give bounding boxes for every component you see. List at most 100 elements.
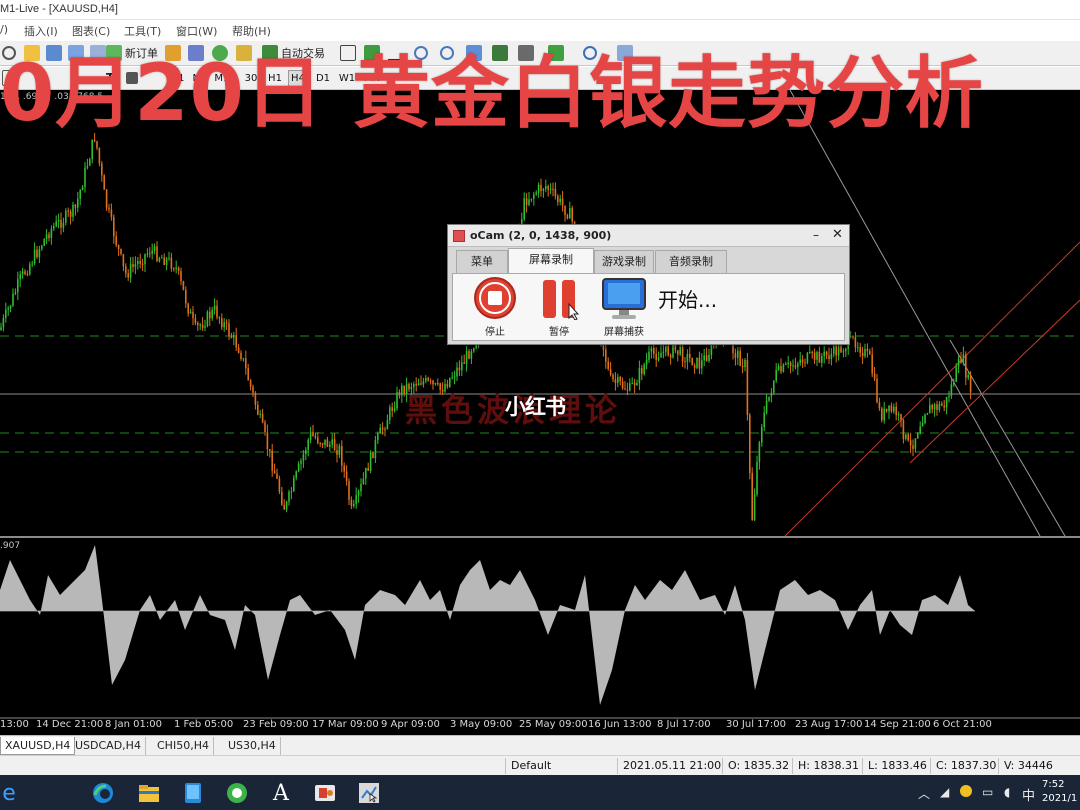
status-separator bbox=[998, 758, 999, 774]
status-separator bbox=[722, 758, 723, 774]
candle-body bbox=[201, 324, 204, 328]
candle-body bbox=[756, 462, 758, 495]
candle-body bbox=[696, 357, 698, 368]
status-open: O: 1835.32 bbox=[728, 759, 790, 772]
tablet-app-icon[interactable] bbox=[180, 780, 206, 806]
ocam-taskbar-icon[interactable] bbox=[308, 775, 342, 810]
candle-body bbox=[288, 491, 290, 502]
candle-body bbox=[117, 245, 120, 250]
chart-tabs-bar: XAUUSD,H4 USDCAD,H4 CHI50,H4 US30,H4 bbox=[0, 735, 1080, 755]
candle-body bbox=[79, 190, 81, 199]
candle-body bbox=[655, 353, 657, 360]
candle-body bbox=[869, 351, 871, 355]
close-icon[interactable]: ✕ bbox=[832, 227, 843, 242]
chart-tab-us30[interactable]: US30,H4 bbox=[224, 737, 281, 755]
candle-body bbox=[55, 221, 57, 227]
candle-body bbox=[525, 198, 528, 205]
candle-body bbox=[343, 465, 345, 472]
menu-item-chart[interactable]: 图表(C) bbox=[72, 23, 110, 39]
candle-body bbox=[456, 367, 458, 377]
candle-body bbox=[33, 249, 36, 264]
candle-body bbox=[761, 427, 763, 443]
x-tick-label: 16 Jun 13:00 bbox=[588, 719, 652, 730]
candle-body bbox=[398, 392, 401, 396]
candle-body bbox=[141, 263, 144, 265]
minimize-icon[interactable]: – bbox=[813, 228, 819, 242]
volume-icon[interactable]: ◖ bbox=[1004, 785, 1010, 799]
candle-body bbox=[357, 491, 360, 496]
candle-body bbox=[537, 184, 540, 193]
app-tray-icon[interactable] bbox=[960, 785, 972, 800]
candle-body bbox=[693, 365, 696, 368]
ocam-titlebar[interactable]: oCam (2, 0, 1438, 900) – ✕ bbox=[448, 225, 849, 247]
candle-body bbox=[362, 478, 365, 484]
candle-body bbox=[614, 379, 617, 383]
candle-body bbox=[134, 264, 137, 267]
candle-body bbox=[552, 188, 554, 190]
green-app-icon[interactable] bbox=[224, 780, 250, 806]
candle-body bbox=[24, 271, 26, 275]
candle-body bbox=[463, 362, 465, 364]
ocam-tab-screen-record[interactable]: 屏幕录制 bbox=[508, 248, 594, 274]
candle-body bbox=[849, 336, 852, 338]
candle-body bbox=[905, 434, 907, 439]
x-tick-label: 13:00 bbox=[0, 719, 29, 730]
candle-body bbox=[535, 192, 537, 195]
battery-icon[interactable]: ▭ bbox=[982, 785, 993, 799]
system-clock[interactable]: 7:52 2021/1 bbox=[1042, 778, 1077, 806]
candle-body bbox=[797, 363, 799, 368]
candle-body bbox=[89, 159, 91, 166]
candle-body bbox=[612, 374, 614, 380]
start-icon[interactable]: e bbox=[0, 780, 22, 806]
chart-tab-chi50[interactable]: CHI50,H4 bbox=[153, 737, 214, 755]
candle-body bbox=[941, 403, 943, 406]
candle-body bbox=[967, 375, 969, 378]
candle-body bbox=[120, 249, 122, 255]
chart-tab-xauusd[interactable]: XAUUSD,H4 bbox=[0, 737, 76, 755]
menu-item-view[interactable]: /) bbox=[0, 23, 8, 36]
ocam-tab-audio-record[interactable]: 音频录制 bbox=[655, 250, 727, 274]
candle-body bbox=[609, 368, 612, 375]
candle-body bbox=[67, 210, 69, 212]
candle-body bbox=[561, 198, 564, 206]
screen-capture-button[interactable]: 屏幕捕获 bbox=[596, 276, 652, 338]
candle-body bbox=[264, 422, 266, 433]
candle-body bbox=[62, 222, 65, 228]
menu-item-insert[interactable]: 插入(I) bbox=[24, 23, 58, 39]
candle-body bbox=[657, 357, 660, 360]
menu-item-help[interactable]: 帮助(H) bbox=[232, 23, 271, 39]
candle-body bbox=[888, 405, 890, 412]
show-hidden-icons-icon[interactable]: ︿ bbox=[918, 785, 930, 802]
network-icon[interactable]: ◢ bbox=[940, 785, 949, 799]
candle-body bbox=[273, 470, 276, 474]
mt4-taskbar-icon[interactable] bbox=[356, 780, 382, 806]
candle-body bbox=[50, 228, 53, 239]
candle-body bbox=[677, 350, 679, 355]
stop-button[interactable]: 停止 bbox=[467, 276, 523, 338]
edge-browser-icon[interactable] bbox=[90, 780, 116, 806]
menu-item-window[interactable]: 窗口(W) bbox=[176, 23, 217, 39]
pause-button[interactable]: 暂停 bbox=[531, 276, 587, 338]
candle-body bbox=[451, 377, 453, 379]
candle-body bbox=[679, 346, 681, 355]
candle-body bbox=[626, 389, 629, 391]
candle-body bbox=[799, 359, 801, 364]
x-tick-label: 25 May 09:00 bbox=[519, 719, 588, 730]
candle-body bbox=[153, 246, 156, 251]
file-explorer-icon[interactable] bbox=[136, 780, 162, 806]
candle-body bbox=[540, 184, 542, 191]
candle-body bbox=[854, 337, 857, 348]
candle-body bbox=[957, 358, 960, 367]
candle-body bbox=[218, 317, 221, 319]
candle-body bbox=[833, 345, 835, 354]
chart-tab-usdcad[interactable]: USDCAD,H4 bbox=[71, 737, 146, 755]
candle-body bbox=[187, 303, 189, 314]
ocam-tab-game-record[interactable]: 游戏录制 bbox=[594, 250, 654, 274]
font-app-icon[interactable]: A bbox=[268, 780, 294, 806]
ime-indicator[interactable]: 中 bbox=[1022, 785, 1035, 804]
ocam-tab-menu[interactable]: 菜单 bbox=[456, 250, 508, 274]
menu-item-tools[interactable]: 工具(T) bbox=[124, 23, 161, 39]
status-separator bbox=[617, 758, 618, 774]
candle-body bbox=[660, 352, 662, 358]
candle-body bbox=[792, 365, 794, 367]
